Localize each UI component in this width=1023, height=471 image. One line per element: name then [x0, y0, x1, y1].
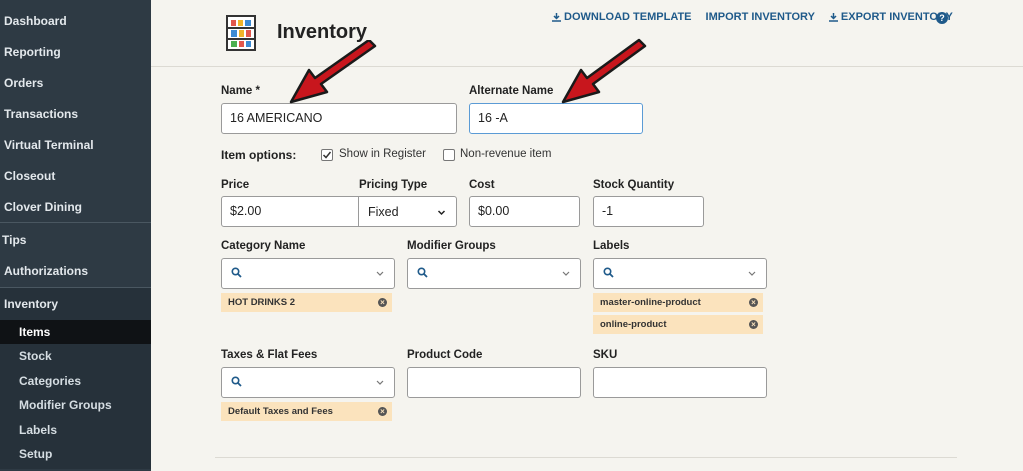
sidebar-item-inventory[interactable]: Inventory [0, 290, 151, 318]
sidebar-item-orders[interactable]: Orders [0, 69, 151, 97]
price-input[interactable]: $2.00 [221, 196, 359, 227]
sidebar-subitem-stock[interactable]: Stock [0, 344, 151, 368]
import-inventory-link[interactable]: IMPORT INVENTORY [706, 11, 815, 23]
sku-input[interactable] [593, 367, 767, 398]
sidebar-item-tips[interactable]: Tips [0, 226, 151, 254]
remove-tag-icon[interactable]: × [378, 298, 387, 307]
stock-quantity-input[interactable]: -1 [593, 196, 704, 227]
sidebar-item-transactions[interactable]: Transactions [0, 100, 151, 128]
help-icon[interactable]: ? [936, 12, 948, 24]
header-links: DOWNLOAD TEMPLATE IMPORT INVENTORY EXPOR… [552, 11, 953, 23]
labels-tag: master-online-product × [593, 293, 763, 312]
sidebar-divider [0, 222, 151, 223]
remove-tag-icon[interactable]: × [749, 298, 758, 307]
sidebar-subitem-labels[interactable]: Labels [0, 418, 151, 442]
sidebar-subitem-categories[interactable]: Categories [0, 369, 151, 393]
modifier-groups-label: Modifier Groups [407, 240, 496, 252]
search-icon [603, 267, 614, 278]
labels-tag: online-product × [593, 315, 763, 334]
pricing-type-value: Fixed [368, 205, 399, 219]
pricing-type-label: Pricing Type [359, 179, 428, 191]
inventory-logo-icon [226, 15, 256, 51]
cost-label: Cost [469, 179, 495, 191]
category-name-label: Category Name [221, 240, 306, 252]
red-arrow-icon [289, 40, 377, 104]
sidebar-item-dashboard[interactable]: Dashboard [0, 7, 151, 35]
taxes-fees-label: Taxes & Flat Fees [221, 349, 318, 361]
stock-quantity-label: Stock Quantity [593, 179, 675, 191]
labels-label: Labels [593, 240, 630, 252]
sidebar-item-virtual-terminal[interactable]: Virtual Terminal [0, 131, 151, 159]
divider [215, 457, 957, 458]
non-revenue-label: Non-revenue item [460, 148, 552, 160]
modifier-groups-select[interactable] [407, 258, 581, 289]
product-code-label: Product Code [407, 349, 483, 361]
cost-input[interactable]: $0.00 [469, 196, 580, 227]
export-icon [828, 12, 838, 22]
sidebar: Dashboard Reporting Orders Transactions … [0, 0, 151, 471]
sidebar-item-closeout[interactable]: Closeout [0, 162, 151, 190]
download-template-link[interactable]: DOWNLOAD TEMPLATE [552, 11, 692, 23]
pricing-type-select[interactable]: Fixed [358, 196, 457, 227]
category-select[interactable] [221, 258, 395, 289]
search-icon [231, 376, 242, 387]
sidebar-item-clover-dining[interactable]: Clover Dining [0, 193, 151, 221]
download-icon [552, 12, 561, 22]
price-label: Price [221, 179, 250, 191]
sidebar-subitem-modifier-groups[interactable]: Modifier Groups [0, 393, 151, 417]
chevron-down-icon [437, 210, 446, 216]
remove-tag-icon[interactable]: × [749, 320, 758, 329]
taxes-fees-select[interactable] [221, 367, 395, 398]
sidebar-item-reporting[interactable]: Reporting [0, 38, 151, 66]
export-inventory-link[interactable]: EXPORT INVENTORY [828, 11, 953, 23]
show-in-register-checkbox[interactable] [321, 149, 333, 161]
name-label: Name * [221, 85, 260, 97]
red-arrow-icon [561, 38, 647, 104]
labels-select[interactable] [593, 258, 767, 289]
chevron-down-icon [376, 271, 384, 276]
chevron-down-icon [562, 271, 570, 276]
alternate-name-label: Alternate Name [469, 85, 554, 97]
chevron-down-icon [376, 380, 384, 385]
category-tag: HOT DRINKS 2 × [221, 293, 392, 312]
sidebar-item-authorizations[interactable]: Authorizations [0, 257, 151, 285]
item-options-label: Item options: [221, 148, 297, 162]
product-code-input[interactable] [407, 367, 581, 398]
checkmark-icon [322, 151, 332, 159]
remove-tag-icon[interactable]: × [378, 407, 387, 416]
sku-label: SKU [593, 349, 618, 361]
sidebar-subitem-setup[interactable]: Setup [0, 442, 151, 466]
non-revenue-checkbox[interactable] [443, 149, 455, 161]
show-in-register-label: Show in Register [339, 148, 426, 160]
search-icon [417, 267, 428, 278]
search-icon [231, 267, 242, 278]
taxes-tag: Default Taxes and Fees × [221, 402, 392, 421]
chevron-down-icon [748, 271, 756, 276]
sidebar-subitem-items[interactable]: Items [0, 320, 151, 344]
